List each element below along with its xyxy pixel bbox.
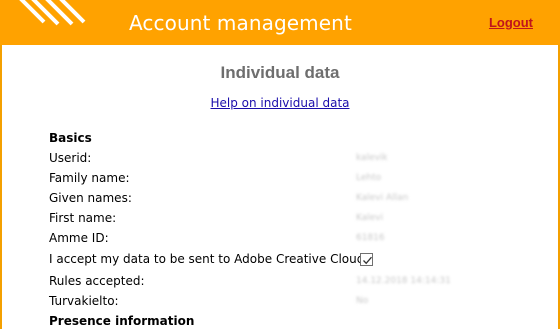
logo-icon [19,0,86,26]
help-link[interactable]: Help on individual data [210,96,349,110]
checkmark-icon [363,256,372,265]
help-link-container: Help on individual data [0,96,560,110]
field-value-userid: kalevik [356,153,388,163]
field-value-amme-id: 61816 [356,233,385,243]
field-value-rules-accepted: 14.12.2018 14:14:31 [356,276,451,286]
field-value-first-name: Kalevi [356,213,384,223]
adobe-consent-checkbox[interactable] [360,253,373,266]
field-label-family-name: Family name: [49,171,130,185]
page-title: Individual data [220,63,340,82]
section-title-presence: Presence information [49,314,195,328]
field-label-turvakielto: Turvakielto: [49,294,119,308]
field-label-first-name: First name: [49,211,117,225]
field-label-amme-id: Amme ID: [49,231,109,245]
field-label-rules-accepted: Rules accepted: [49,274,145,288]
field-label-given-names: Given names: [49,191,132,205]
field-value-turvakielto: No [356,296,369,306]
section-title-basics: Basics [49,131,92,145]
app-title: Account management [129,11,352,35]
logout-link[interactable]: Logout [489,15,533,30]
field-value-family-name: Lehto [356,173,382,183]
header-bar: Account management Logout [0,0,560,45]
field-value-given-names: Kalevi Allan [356,193,409,203]
field-label-userid: Userid: [49,151,92,165]
field-label-adobe-consent: I accept my data to be sent to Adobe Cre… [49,252,369,266]
